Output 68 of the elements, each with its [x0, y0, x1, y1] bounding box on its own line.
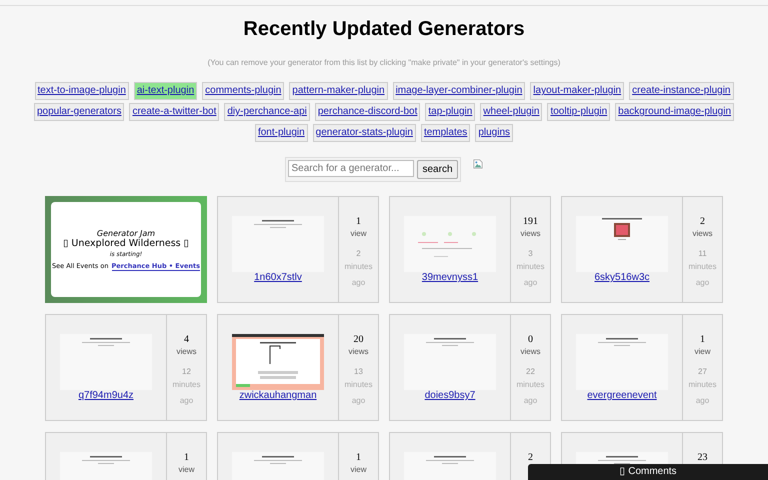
broken-image-icon [472, 159, 482, 169]
hint-text: (You can remove your generator from this list by clicking "make private" in your generator's settings) [208, 58, 560, 68]
generator-link[interactable]: evergreenevent [587, 390, 657, 401]
age-label: minutes ago [515, 379, 546, 407]
view-count: 20 [354, 334, 364, 346]
tag-link[interactable]: create-instance-plugin [629, 82, 734, 100]
age-count: 2 [356, 249, 361, 259]
age-count: 3 [528, 249, 533, 259]
age-label: minutes ago [687, 261, 718, 289]
tag-link[interactable]: comments-plugin [202, 82, 284, 100]
age-label: minutes ago [687, 379, 718, 407]
age-count: 27 [698, 367, 707, 377]
generator-link[interactable]: doies9bsy7 [424, 390, 476, 401]
views-label: view [694, 346, 710, 357]
generator-link[interactable]: 39mevnyss1 [422, 272, 478, 283]
tag-link[interactable]: font-plugin [254, 124, 308, 142]
age-label: minutes ago [343, 379, 374, 407]
tag-link[interactable]: diy-perchance-api [224, 103, 310, 121]
age-count: 11 [698, 249, 707, 259]
search-button[interactable]: search [417, 160, 458, 179]
view-count: 1 [184, 452, 189, 464]
age-count: 13 [354, 367, 363, 377]
tag-link[interactable]: text-to-image-plugin [34, 82, 129, 100]
view-count: 0 [528, 334, 533, 346]
tag-link[interactable]: image-layer-combiner-plugin [392, 82, 526, 100]
tag-link[interactable]: ai-text-plugin [134, 82, 198, 100]
generator-link[interactable]: zwickauhangman [239, 390, 317, 401]
tag-link[interactable]: layout-maker-plugin [530, 82, 624, 100]
views-label: view [178, 464, 194, 475]
view-count: 1 [356, 216, 361, 228]
views-label: views [176, 346, 196, 357]
view-count: 2 [528, 452, 533, 464]
views-label: views [348, 346, 368, 357]
generator-link[interactable]: 1n60x7stlv [254, 272, 302, 283]
tag-link[interactable]: create-a-twitter-bot [129, 103, 220, 121]
search-field[interactable]: Search for a generator... [288, 160, 414, 177]
views-label: views [692, 228, 712, 239]
generator-link[interactable]: 6sky516w3c [594, 272, 650, 283]
page-title: Recently Updated Generators [243, 17, 525, 41]
views-label: view [350, 228, 366, 239]
tag-link[interactable]: templates [420, 124, 470, 142]
age-count: 12 [182, 367, 191, 377]
comments-bar[interactable]: ▯ Comments [528, 464, 768, 480]
event-heading: Generator Jam [96, 228, 156, 238]
age-label: minutes ago [515, 261, 546, 289]
view-count: 191 [523, 216, 538, 228]
tag-link[interactable]: pattern-maker-plugin [289, 82, 388, 100]
event-title: ▯ Unexplored Wilderness ▯ [63, 238, 189, 248]
view-count: 4 [184, 334, 189, 346]
tag-link[interactable]: tap-plugin [425, 103, 476, 121]
view-count: 1 [700, 334, 705, 346]
views-label: view [350, 464, 366, 475]
tag-link[interactable]: tooltip-plugin [547, 103, 610, 121]
tag-link[interactable]: perchance-discord-bot [314, 103, 420, 121]
views-label: views [520, 228, 540, 239]
tag-link[interactable]: background-image-plugin [615, 103, 734, 121]
tag-link[interactable]: plugins [475, 124, 514, 142]
tag-link[interactable]: generator-stats-plugin [312, 124, 416, 142]
generator-link[interactable]: q7f94m9u4z [78, 390, 134, 401]
view-count: 1 [356, 452, 361, 464]
views-label: views [520, 346, 540, 357]
tag-link[interactable]: wheel-plugin [480, 103, 542, 121]
age-count: 22 [526, 367, 535, 377]
view-count: 23 [698, 452, 708, 464]
age-label: minutes ago [171, 379, 202, 407]
age-label: minutes ago [343, 261, 374, 289]
view-count: 2 [700, 216, 705, 228]
tag-link[interactable]: popular-generators [34, 103, 124, 121]
